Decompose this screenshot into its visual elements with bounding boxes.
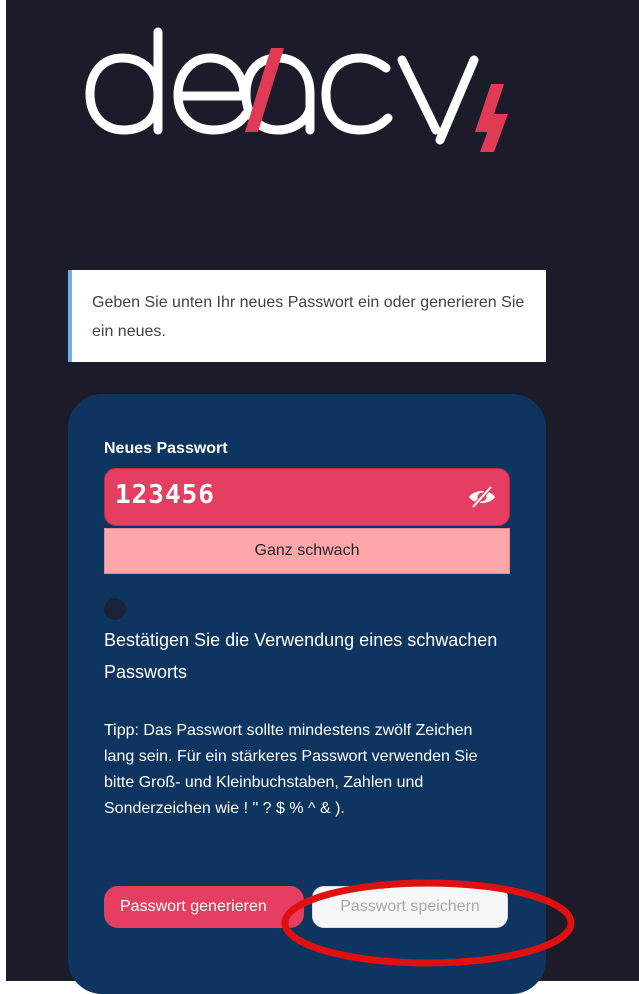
password-value: 123456 bbox=[115, 480, 215, 510]
generate-password-button[interactable]: Passwort generieren bbox=[104, 886, 304, 928]
confirm-weak-checkbox[interactable] bbox=[104, 598, 126, 620]
save-password-button[interactable]: Passwort speichern bbox=[312, 886, 508, 928]
eye-slash-icon[interactable] bbox=[467, 485, 497, 509]
info-notice: Geben Sie unten Ihr neues Passwort ein o… bbox=[68, 270, 546, 362]
notice-text: Geben Sie unten Ihr neues Passwort ein o… bbox=[92, 294, 525, 340]
strength-meter: Ganz schwach bbox=[104, 528, 510, 574]
devacy-logo: devacy bbox=[85, 27, 508, 152]
confirm-weak-label: Bestätigen Sie die Verwendung eines schw… bbox=[104, 630, 498, 682]
password-hint: Tipp: Das Passwort sollte mindestens zwö… bbox=[104, 722, 478, 817]
new-password-input[interactable]: 123456 bbox=[104, 468, 510, 526]
new-password-label: Neues Passwort bbox=[104, 440, 228, 457]
